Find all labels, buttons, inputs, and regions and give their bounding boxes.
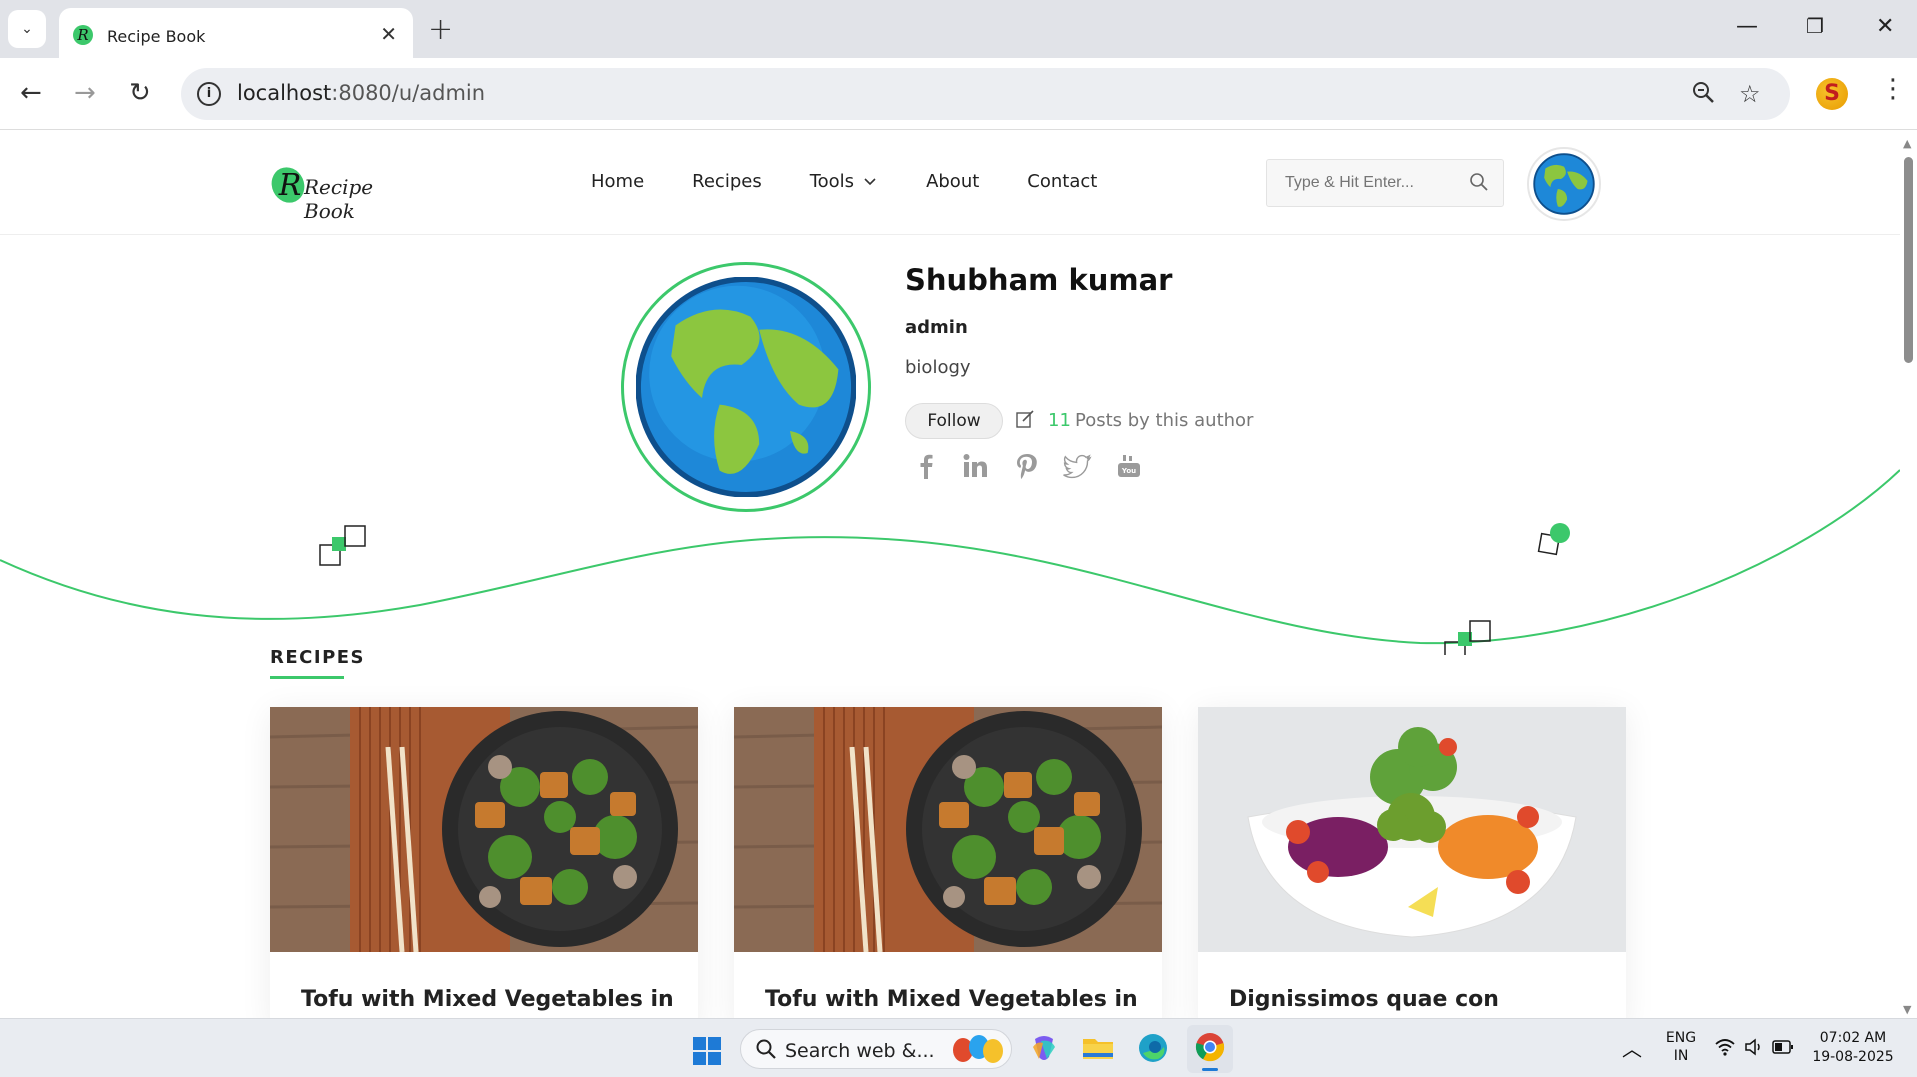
author-bio: biology [905, 357, 971, 378]
nav-home[interactable]: Home [591, 171, 644, 192]
recipe-card[interactable]: Dignissimos quae con [1198, 707, 1626, 1018]
zoom-icon[interactable] [1691, 80, 1715, 110]
scroll-up-arrow-icon[interactable]: ▲ [1903, 137, 1911, 150]
tab-title: Recipe Book [107, 27, 206, 46]
edit-icon [1016, 410, 1034, 428]
browser-tab-bar: ⌄ R Recipe Book ✕ + — ❐ ✕ [0, 0, 1917, 58]
posts-count: 11 [1048, 410, 1071, 431]
author-photo [621, 262, 871, 512]
recipe-card-title[interactable]: Tofu with Mixed Vegetables in Garlic Sau… [765, 985, 1145, 1018]
back-arrow-icon[interactable]: ← [20, 78, 42, 108]
tab-list-button[interactable]: ⌄ [8, 10, 46, 48]
balloons-icon [953, 1035, 1003, 1063]
chevron-down-icon [864, 177, 876, 185]
recipe-card-image[interactable] [1198, 707, 1626, 952]
globe-profile-image [635, 276, 857, 498]
copilot-icon[interactable] [1027, 1031, 1061, 1065]
recipe-card-image[interactable] [270, 707, 698, 952]
clock[interactable]: 07:02 AM 19-08-2025 [1808, 1029, 1898, 1067]
square-decoration-left [319, 525, 366, 566]
square-decoration-right [1444, 620, 1491, 655]
page-scrollbar[interactable]: ▲ ▼ [1900, 131, 1917, 1018]
windows-start-icon[interactable] [692, 1036, 722, 1066]
taskbar: Search web &... ︿ ENG IN 07:02 AM 19-08-… [0, 1018, 1917, 1077]
restore-icon[interactable]: ❐ [1806, 14, 1824, 38]
nav-recipes[interactable]: Recipes [692, 171, 762, 192]
search-icon [756, 1039, 776, 1059]
region-code: IN [1673, 1048, 1689, 1064]
svg-text:R: R [278, 168, 302, 203]
taskbar-search-text: Search web &... [785, 1040, 935, 1062]
recipe-card-title[interactable]: Dignissimos quae con [1229, 985, 1609, 1015]
battery-icon[interactable] [1772, 1039, 1794, 1055]
browser-tab[interactable]: R Recipe Book ✕ [59, 8, 413, 58]
recipe-card-title[interactable]: Tofu with Mixed Vegetables in Garlic Sau… [301, 985, 681, 1018]
facebook-icon[interactable] [911, 451, 941, 481]
nav-tools[interactable]: Tools [810, 171, 878, 192]
nav-about[interactable]: About [926, 171, 979, 192]
reload-icon[interactable]: ↻ [129, 78, 151, 108]
language-code: ENG [1665, 1030, 1697, 1046]
active-app-indicator [1202, 1068, 1218, 1071]
minimize-icon[interactable]: — [1736, 14, 1758, 39]
recipes-section-title: RECIPES [270, 647, 366, 668]
site-header: R Recipe Book Home Recipes Tools About C… [0, 131, 1900, 235]
chrome-icon [1195, 1033, 1225, 1062]
twitter-icon[interactable] [1063, 451, 1093, 481]
recipe-card[interactable]: Tofu with Mixed Vegetables in Garlic Sau… [270, 707, 698, 1018]
dot-decoration [1537, 523, 1570, 556]
search-icon[interactable] [1469, 172, 1489, 192]
window-close-icon[interactable]: ✕ [1876, 14, 1894, 39]
recipe-book-favicon-icon: R [73, 25, 93, 45]
scroll-down-arrow-icon[interactable]: ▼ [1903, 1003, 1911, 1016]
wifi-icon[interactable] [1714, 1037, 1736, 1057]
file-explorer-icon[interactable] [1081, 1031, 1115, 1065]
profile-avatar[interactable]: S [1816, 78, 1848, 110]
recipe-card[interactable]: Tofu with Mixed Vegetables in Garlic Sau… [734, 707, 1162, 1018]
globe-avatar-image [1533, 153, 1595, 215]
nav-contact[interactable]: Contact [1027, 171, 1097, 192]
browser-toolbar: ← → ↻ i localhost:8080/u/admin ☆ S ⋮ [0, 58, 1917, 130]
forward-arrow-icon[interactable]: → [74, 78, 96, 108]
new-tab-button[interactable]: + [428, 12, 453, 47]
youtube-icon[interactable]: You [1114, 451, 1144, 481]
volume-icon[interactable] [1744, 1037, 1764, 1057]
main-nav: Home Recipes Tools About Contact [591, 171, 1145, 192]
site-search [1266, 159, 1504, 207]
language-indicator[interactable]: ENG IN [1665, 1029, 1697, 1065]
site-logo[interactable]: R Recipe Book [270, 163, 400, 223]
user-avatar[interactable] [1527, 147, 1601, 221]
site-info-icon[interactable]: i [197, 82, 221, 106]
scroll-thumb[interactable] [1904, 157, 1913, 363]
tab-close-icon[interactable]: ✕ [380, 22, 397, 46]
hero-wave-decoration [0, 469, 1900, 655]
chrome-taskbar-active[interactable] [1187, 1025, 1233, 1073]
recipe-card-image[interactable] [734, 707, 1162, 952]
clock-date: 19-08-2025 [1812, 1049, 1894, 1065]
linkedin-icon[interactable] [960, 451, 990, 481]
browser-menu-icon[interactable]: ⋮ [1880, 74, 1906, 104]
search-input[interactable] [1267, 160, 1467, 206]
follow-button[interactable]: Follow [905, 403, 1003, 439]
web-page: R Recipe Book Home Recipes Tools About C… [0, 131, 1900, 1018]
bookmark-star-icon[interactable]: ☆ [1739, 80, 1761, 108]
author-username: admin [905, 317, 968, 338]
clock-time: 07:02 AM [1819, 1030, 1887, 1046]
taskbar-search[interactable]: Search web &... [740, 1029, 1012, 1069]
pinterest-icon[interactable] [1012, 451, 1042, 481]
logo-text: Recipe Book [304, 175, 374, 223]
edge-browser-icon[interactable] [1136, 1031, 1170, 1065]
posts-label: Posts by this author [1075, 410, 1254, 431]
section-underline [270, 676, 344, 679]
author-name: Shubham kumar [905, 263, 1173, 297]
url-text[interactable]: localhost:8080/u/admin [237, 81, 485, 105]
nav-tools-label: Tools [809, 171, 855, 192]
chevron-up-icon[interactable]: ︿ [1622, 1033, 1642, 1062]
address-bar[interactable]: i localhost:8080/u/admin ☆ [181, 68, 1790, 120]
svg-text:You: You [1121, 467, 1136, 475]
svg-text:R: R [76, 26, 88, 44]
